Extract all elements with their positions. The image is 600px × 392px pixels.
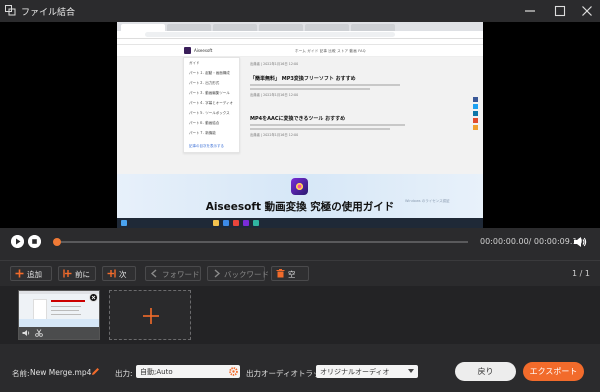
audio-track-value: オリジナルオーディオ	[320, 368, 390, 376]
site-nav: ホーム ガイド 記事 比較 ストア 動画 FAQ	[295, 49, 366, 53]
edge-icon	[223, 220, 229, 226]
move-before-button[interactable]: 前に	[58, 266, 96, 281]
move-after-label: 次	[119, 270, 127, 279]
scissors-icon[interactable]	[35, 329, 43, 337]
seek-handle[interactable]	[53, 238, 61, 246]
side-menu-item: パート１. 起動・画面構成	[189, 71, 230, 75]
back-button[interactable]: 戻り	[455, 362, 516, 381]
export-button[interactable]: エクスポート	[523, 362, 584, 381]
maximize-icon[interactable]	[552, 3, 568, 19]
merge-app-icon	[5, 5, 16, 16]
side-menu-item: パート６. 動画結合	[189, 121, 220, 125]
player-controls: 00:00:00.00/ 00:00:09.19	[0, 228, 600, 256]
video-preview[interactable]: Aiseesoft ホーム ガイド 記事 比較 ストア 動画 FAQ ガイド パ…	[0, 22, 600, 228]
trash-icon	[276, 269, 285, 278]
site-side-menu: ガイド パート１. 起動・画面構成 パート２. 出力形式 パート３. 動画編集ツ…	[183, 57, 240, 153]
remove-clip-icon[interactable]	[89, 293, 98, 302]
side-menu-item: パート５. ツールボックス	[189, 111, 230, 115]
aiseesoft-logo-icon	[291, 178, 308, 195]
article-item: 出典者 | 2022年1月16日 12:00	[250, 59, 410, 66]
output-format-value: 自動;Auto	[140, 368, 173, 376]
output-label: 出力:	[115, 369, 133, 378]
bottom-bar: 名前: New Merge.mp4 出力: 自動;Auto 出力オーディオトラッ…	[0, 354, 600, 392]
side-menu-item: ガイド	[189, 61, 200, 65]
file-name: New Merge.mp4	[30, 368, 92, 377]
output-format-select[interactable]: 自動;Auto	[136, 365, 240, 378]
time-display: 00:00:00.00/ 00:00:09.19	[480, 237, 583, 246]
site-logo-icon	[184, 47, 191, 54]
stop-button[interactable]	[28, 235, 41, 248]
article-meta: 出典者 | 2022年1月16日 12:00	[250, 62, 299, 66]
add-clip-button[interactable]	[109, 290, 191, 340]
browser-tabs	[117, 22, 483, 31]
window-title: ファイル結合	[21, 8, 76, 18]
windows-taskbar	[117, 218, 483, 228]
speaker-icon[interactable]	[22, 329, 30, 337]
play-button[interactable]	[11, 235, 24, 248]
move-before-icon	[63, 269, 72, 278]
social-share-bar	[473, 97, 478, 132]
move-before-label: 前に	[75, 270, 90, 279]
plus-icon	[15, 269, 24, 278]
clear-button[interactable]: 空	[271, 266, 309, 281]
close-icon[interactable]	[579, 3, 595, 19]
clip-controls	[19, 327, 99, 339]
guide-banner: Aiseesoft 動画変換 究極の使用ガイド Windows のライセンス認証	[117, 174, 483, 218]
article-title: MP4をAACに変換できるツール おすすめ	[250, 116, 346, 122]
volume-icon[interactable]	[573, 235, 587, 249]
clip-item[interactable]	[18, 290, 100, 340]
site-name: Aiseesoft	[194, 48, 213, 53]
app-icon	[253, 220, 259, 226]
add-label: 追加	[27, 270, 42, 279]
clip-strip	[0, 286, 600, 344]
article-title: 「簡単無料」 MP3変換フリーソフト おすすめ	[250, 76, 356, 82]
preview-frame: Aiseesoft ホーム ガイド 記事 比較 ストア 動画 FAQ ガイド パ…	[117, 22, 483, 228]
article-item: MP4をAACに変換できるツール おすすめ 出典者 | 2022年1月16日 1…	[250, 115, 410, 137]
chevron-left-icon	[150, 269, 157, 278]
rss-icon	[473, 125, 478, 130]
folder-icon	[213, 220, 219, 226]
title-bar: ファイル結合	[0, 0, 600, 22]
forward-label: フォワード	[162, 270, 200, 279]
twitter-icon	[473, 104, 478, 109]
minimize-icon[interactable]	[522, 3, 538, 19]
chrome-icon	[233, 220, 239, 226]
facebook-icon	[473, 97, 478, 102]
clear-label: 空	[288, 270, 296, 279]
chevron-down-icon	[408, 369, 414, 373]
gear-icon[interactable]	[229, 367, 238, 376]
forward-button[interactable]: フォワード	[145, 266, 201, 281]
clip-toolbar: 追加 前に 次 フォワード バックワード 空 1 / 1	[0, 264, 600, 284]
move-after-button[interactable]: 次	[102, 266, 136, 281]
side-menu-item: パート７. 新機能	[189, 131, 216, 135]
article-meta: 出典者 | 2022年1月16日 12:00	[250, 133, 299, 137]
app-icon	[243, 220, 249, 226]
backward-label: バックワード	[224, 270, 269, 279]
move-after-icon	[107, 269, 116, 278]
article-item: 「簡単無料」 MP3変換フリーソフト おすすめ 出典者 | 2022年1月16日…	[250, 75, 410, 97]
plus-icon	[143, 308, 159, 324]
start-icon	[121, 220, 127, 226]
article-meta: 出典者 | 2022年1月16日 12:00	[250, 93, 299, 97]
browser-address-bar	[117, 31, 483, 39]
linkedin-icon	[473, 111, 478, 116]
name-label: 名前:	[12, 369, 30, 378]
divider	[0, 260, 600, 261]
add-button[interactable]: 追加	[10, 266, 52, 281]
page-indicator: 1 / 1	[572, 269, 590, 278]
windows-watermark: Windows のライセンス認証	[405, 199, 450, 203]
edit-icon[interactable]	[91, 367, 100, 376]
side-menu-item: パート２. 出力形式	[189, 81, 220, 85]
side-menu-item: 記事の目次を表示する	[189, 144, 224, 148]
audio-track-select[interactable]: オリジナルオーディオ	[316, 365, 418, 378]
backward-button[interactable]: バックワード	[207, 266, 269, 281]
mail-icon	[473, 118, 478, 123]
chevron-right-icon	[214, 269, 221, 278]
side-menu-item: パート４. 字幕とオーディオ	[189, 101, 233, 105]
side-menu-item: パート３. 動画編集ツール	[189, 91, 230, 95]
seek-bar[interactable]	[56, 241, 468, 243]
site-header: Aiseesoft ホーム ガイド 記事 比較 ストア 動画 FAQ	[117, 45, 483, 57]
